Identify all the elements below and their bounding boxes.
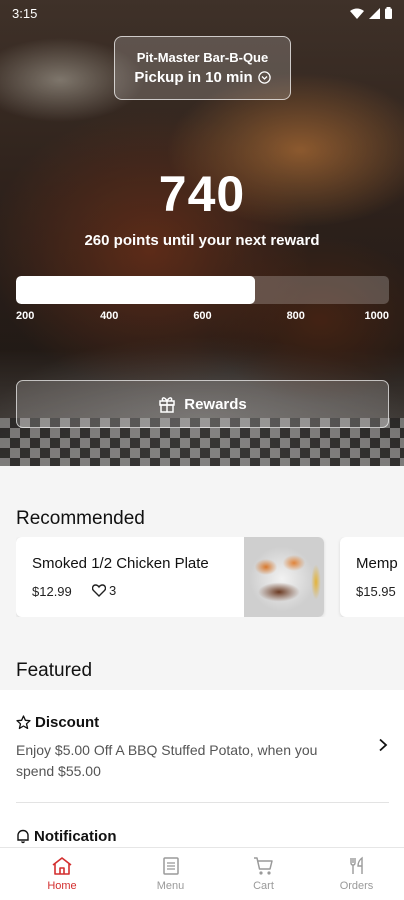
status-icons xyxy=(350,7,392,19)
recommended-item-price: $12.99 xyxy=(32,584,72,599)
points-progress-bar xyxy=(16,276,389,304)
points-total: 740 xyxy=(158,166,246,222)
nav-item-label: Orders xyxy=(339,880,374,892)
nav-item-menu[interactable]: Menu xyxy=(124,848,217,900)
progress-tick-label: 200 xyxy=(16,310,35,322)
recommended-item-card[interactable]: Smoked 1/2 Chicken Plate $12.99 3 xyxy=(16,537,324,617)
nav-item-label: Cart xyxy=(253,880,274,892)
recommended-item-image xyxy=(244,537,324,617)
pickup-label: Pickup in 10 min xyxy=(134,69,253,86)
star-outline-icon xyxy=(16,715,31,730)
bottom-nav: Home Menu Cart Orders xyxy=(0,847,404,900)
battery-icon xyxy=(385,7,392,19)
bell-icon xyxy=(17,829,29,844)
progress-tick-label: 400 xyxy=(100,310,119,322)
signal-icon xyxy=(369,7,380,19)
recommended-carousel[interactable]: Smoked 1/2 Chicken Plate $12.99 3 Memp $… xyxy=(16,537,404,617)
wifi-icon xyxy=(350,8,364,19)
nav-item-label: Home xyxy=(47,880,77,892)
recommended-item-name: Memp xyxy=(356,555,398,572)
points-progress-fill xyxy=(16,276,255,304)
featured-title: Featured xyxy=(16,660,93,681)
featured-item-description: Enjoy $5.00 Off A BBQ Stuffed Potato, wh… xyxy=(16,742,318,779)
nav-item-label: Menu xyxy=(156,880,185,892)
rewards-button-label: Rewards xyxy=(184,395,247,413)
featured-list: Discount Enjoy $5.00 Off A BBQ Stuffed P… xyxy=(0,690,404,847)
featured-item-title-text: Notification xyxy=(34,828,117,845)
recommended-item-name: Smoked 1/2 Chicken Plate xyxy=(32,555,209,572)
rewards-button[interactable]: Rewards xyxy=(16,380,389,428)
featured-divider xyxy=(16,802,389,803)
store-name: Pit-Master Bar-B-Que xyxy=(136,50,269,65)
featured-item-title-text: Discount xyxy=(35,714,100,731)
progress-tick-label: 600 xyxy=(193,310,212,322)
menu-icon xyxy=(162,857,179,875)
chevron-right-icon[interactable] xyxy=(378,738,388,752)
featured-item-notification-title[interactable]: Notification xyxy=(16,828,117,845)
status-time: 3:15 xyxy=(12,5,38,21)
orders-icon xyxy=(349,856,363,874)
store-pickup-selector[interactable]: Pit-Master Bar-B-Que Pickup in 10 min xyxy=(114,36,291,100)
chevron-down-circle-icon xyxy=(257,71,271,84)
recommended-item-price: $15.95 xyxy=(356,584,396,599)
featured-item-discount-title[interactable]: Discount xyxy=(16,714,99,731)
progress-tick-label: 1000 xyxy=(364,310,389,322)
likes-count: 3 xyxy=(109,583,117,598)
heart-icon xyxy=(92,584,106,597)
progress-tick-label: 800 xyxy=(286,310,305,322)
recommended-item-likes[interactable]: 3 xyxy=(92,583,116,598)
nav-item-orders[interactable]: Orders xyxy=(310,848,403,900)
home-icon xyxy=(52,857,72,875)
gift-icon xyxy=(159,397,175,413)
progress-ticks: 200 400 600 800 1000 xyxy=(16,310,389,326)
points-until-reward: 260 points until your next reward xyxy=(84,232,320,249)
nav-item-cart[interactable]: Cart xyxy=(217,848,310,900)
recommended-title: Recommended xyxy=(16,508,145,529)
nav-item-home[interactable]: Home xyxy=(0,848,124,900)
pickup-time: Pickup in 10 min xyxy=(134,69,271,86)
cart-icon xyxy=(253,857,273,875)
status-bar: 3:15 xyxy=(0,0,404,26)
recommended-item-card[interactable]: Memp $15.95 xyxy=(340,537,404,617)
